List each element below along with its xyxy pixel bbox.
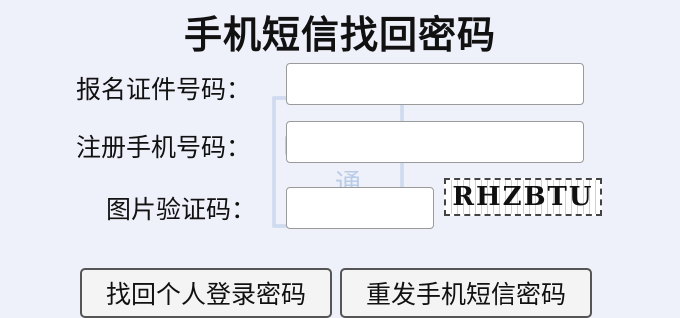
- captcha-image[interactable]: RHZBTU: [444, 178, 602, 216]
- phone-number-label: 注册手机号码：: [76, 133, 252, 162]
- resend-sms-button[interactable]: 重发手机短信密码: [340, 268, 592, 318]
- page-title: 手机短信找回密码: [183, 13, 496, 57]
- id-number-input[interactable]: [286, 63, 584, 105]
- id-number-label: 报名证件号码：: [76, 75, 252, 104]
- recover-password-button[interactable]: 找回个人登录密码: [80, 268, 332, 318]
- phone-number-input[interactable]: [286, 121, 584, 163]
- captcha-label: 图片验证码：: [106, 195, 257, 224]
- captcha-image-text: RHZBTU: [452, 182, 594, 212]
- captcha-input[interactable]: [286, 187, 434, 229]
